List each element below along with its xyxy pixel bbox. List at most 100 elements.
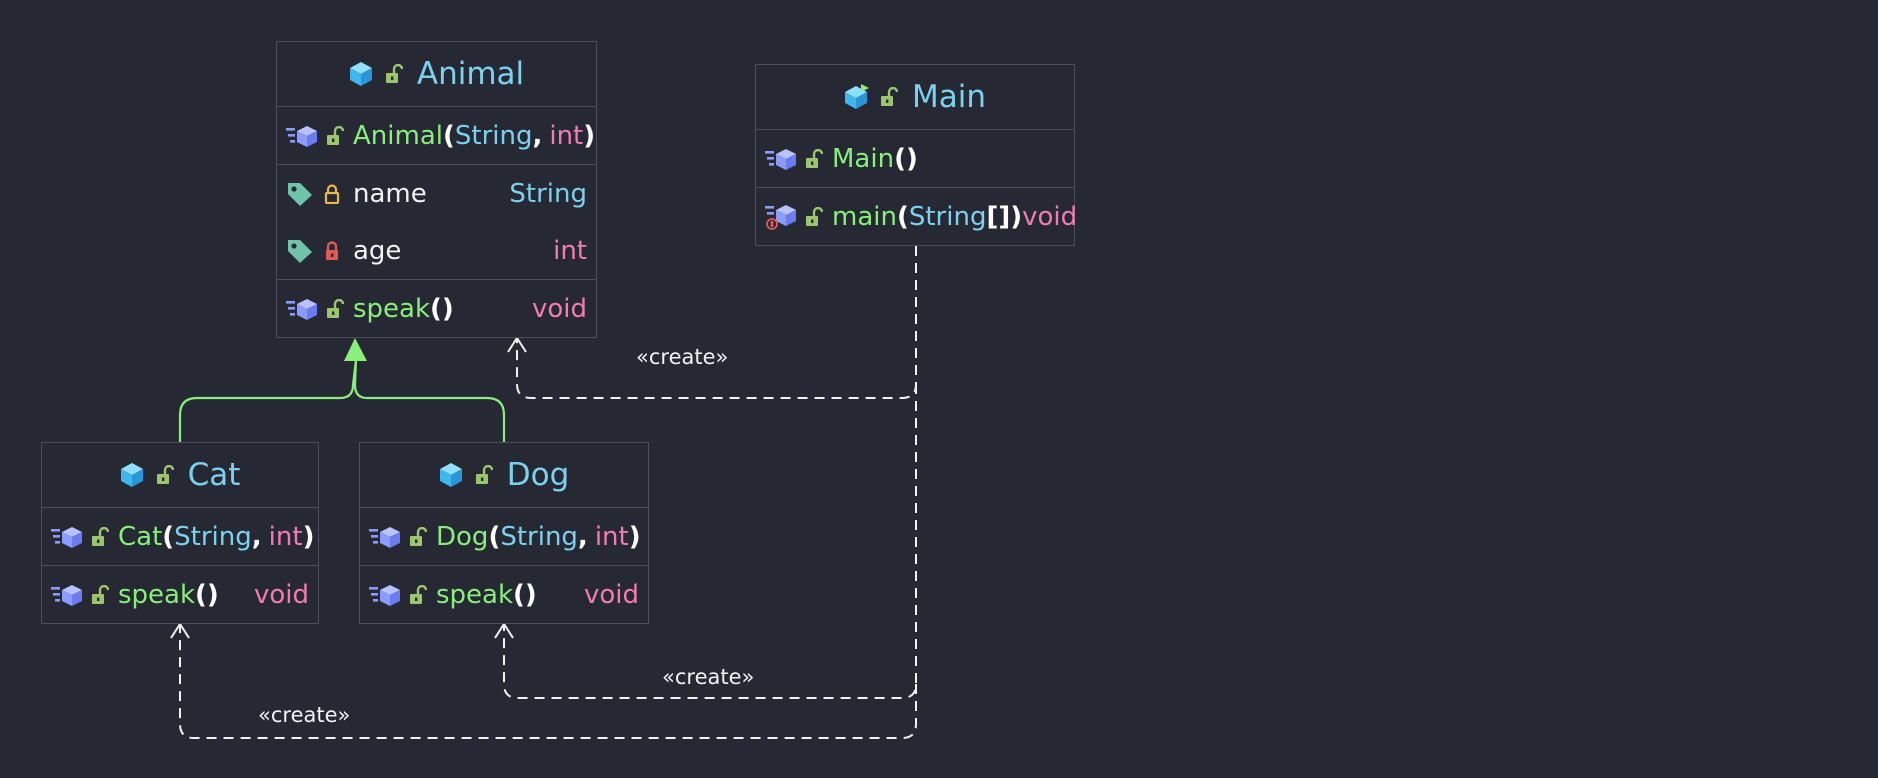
method-icon: [369, 525, 401, 549]
unlocked-icon: [91, 527, 109, 547]
param-type: int: [268, 521, 303, 552]
field-row[interactable]: name String: [277, 165, 596, 222]
static-method-icon: [765, 203, 797, 231]
constructor-name: Main: [832, 143, 895, 174]
field-name: name: [353, 178, 427, 209]
constructor-row[interactable]: Animal(String, int): [277, 107, 596, 164]
class-icon: [439, 462, 463, 488]
method-icon: [369, 583, 401, 607]
class-animal-header: Animal: [277, 42, 596, 107]
uml-class-diagram: Animal Animal(String, int) name String a…: [0, 0, 1878, 778]
constructors-section: Main(): [756, 130, 1074, 188]
class-name: Cat: [187, 457, 241, 493]
close-paren: ): [628, 521, 641, 552]
open-paren: (: [896, 201, 909, 232]
open-paren: (: [488, 521, 501, 552]
param-type: String: [454, 120, 533, 151]
method-row[interactable]: main(String[]) void: [756, 188, 1078, 245]
close-paren: ): [1010, 201, 1023, 232]
param-separator: ,: [251, 521, 262, 552]
method-icon: [286, 297, 318, 321]
unlocked-icon: [409, 585, 427, 605]
class-animal[interactable]: Animal Animal(String, int) name String a…: [276, 41, 597, 338]
constructor-row[interactable]: Dog(String, int): [360, 508, 648, 565]
class-icon: [120, 462, 144, 488]
class-dog-header: Dog: [360, 443, 648, 508]
inheritance-edge-cat: [178, 359, 358, 442]
unlocked-icon: [805, 149, 823, 169]
method-icon: [765, 147, 797, 171]
open-paren: (: [162, 521, 175, 552]
constructors-section: Dog(String, int): [360, 508, 648, 566]
method-icon: [51, 583, 83, 607]
constructor-row[interactable]: Cat(String, int): [42, 508, 318, 565]
constructors-section: Animal(String, int): [277, 107, 596, 165]
unlocked-icon: [880, 87, 898, 107]
class-main[interactable]: Main Main() main(String[]) void: [755, 64, 1078, 246]
field-type: int: [553, 235, 587, 266]
parens: (): [430, 293, 454, 324]
constructors-section: Cat(String, int): [42, 508, 318, 566]
unlocked-icon: [156, 465, 174, 485]
class-cat[interactable]: Cat Cat(String, int) speak() void: [41, 442, 319, 624]
field-name: age: [353, 235, 402, 266]
unlocked-icon: [409, 527, 427, 547]
field-row[interactable]: age int: [277, 222, 596, 279]
return-type: void: [583, 579, 639, 610]
inheritance-arrowhead: [344, 338, 367, 361]
return-type: void: [531, 293, 587, 324]
class-name: Dog: [506, 457, 570, 493]
dependency-arrowhead-cat: [170, 622, 190, 639]
field-tag-icon: [286, 238, 314, 264]
method-row[interactable]: speak() void: [277, 280, 596, 337]
field-type: String: [509, 178, 587, 209]
class-name: Animal: [416, 56, 525, 92]
unlocked-icon: [91, 585, 109, 605]
inheritance-edges: [178, 359, 506, 442]
method-row[interactable]: speak() void: [360, 566, 648, 623]
constructor-name: Dog: [436, 521, 489, 552]
dependency-arrowhead-animal: [507, 336, 527, 353]
parens: (): [513, 579, 537, 610]
fields-section: name String age int: [277, 165, 596, 280]
param-type: String: [908, 201, 987, 232]
method-icon: [51, 525, 83, 549]
class-name: Main: [911, 79, 986, 115]
class-main-header: Main: [756, 65, 1074, 130]
unlocked-icon: [385, 64, 403, 84]
method-name: main: [832, 201, 897, 232]
class-dog[interactable]: Dog Dog(String, int) speak() void: [359, 442, 649, 624]
unlocked-icon: [326, 299, 344, 319]
create-label-dog: «create»: [662, 665, 755, 689]
class-icon: [349, 61, 373, 87]
return-type: void: [1022, 201, 1078, 232]
method-name: speak: [436, 579, 514, 610]
methods-section: speak() void: [277, 280, 596, 337]
dependency-arrowhead-dog: [494, 622, 514, 639]
param-type: String: [500, 521, 578, 552]
close-paren: ): [583, 120, 596, 151]
field-tag-icon: [286, 181, 314, 207]
method-row[interactable]: speak() void: [42, 566, 318, 623]
return-type: void: [253, 579, 309, 610]
create-label-animal: «create»: [636, 345, 729, 369]
method-name: speak: [118, 579, 196, 610]
methods-section: main(String[]) void: [756, 188, 1078, 245]
runnable-class-icon: [844, 84, 870, 110]
method-name: speak: [353, 293, 431, 324]
array-brackets: []: [986, 201, 1011, 232]
open-paren: (: [442, 120, 455, 151]
methods-section: speak() void: [360, 566, 648, 623]
parens: (): [195, 579, 219, 610]
unlocked-icon: [805, 207, 823, 227]
unlocked-icon: [475, 465, 493, 485]
constructor-row[interactable]: Main(): [756, 130, 1074, 187]
unlocked-icon: [326, 126, 344, 146]
inheritance-edge-dog: [353, 359, 506, 442]
parens: (): [894, 143, 918, 174]
constructor-name: Animal: [353, 120, 443, 151]
constructor-name: Cat: [118, 521, 163, 552]
class-cat-header: Cat: [42, 443, 318, 508]
param-type: String: [174, 521, 252, 552]
private-lock-icon: [324, 241, 340, 261]
